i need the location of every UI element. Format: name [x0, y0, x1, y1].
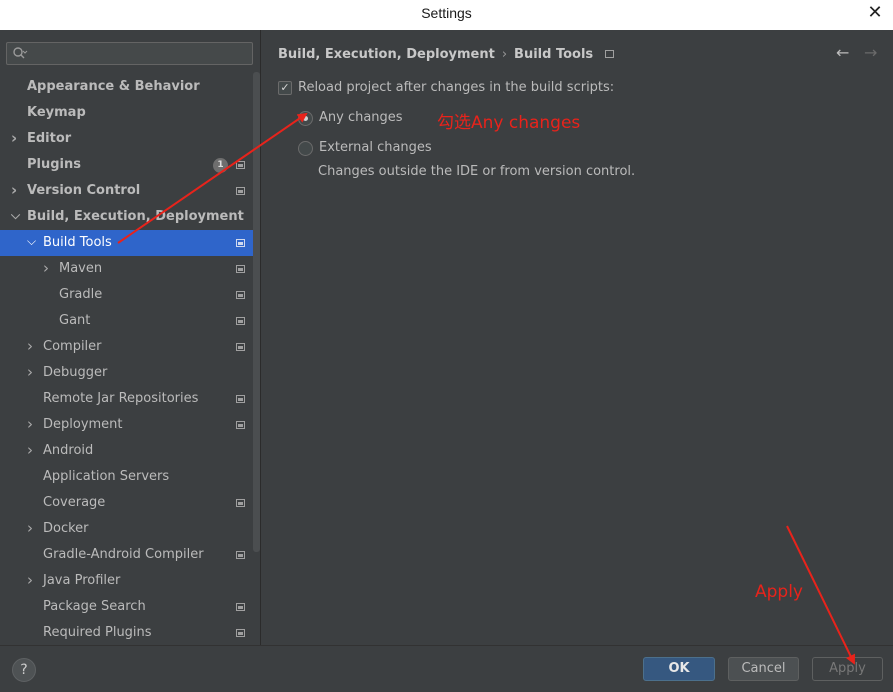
ok-button[interactable]: OK — [643, 657, 715, 681]
project-scope-icon — [236, 317, 245, 325]
breadcrumb: Build, Execution, Deployment › Build Tools — [278, 47, 615, 62]
sidebar-item-plugins[interactable]: Plugins 1 — [0, 152, 260, 178]
forward-arrow-icon[interactable]: → — [864, 43, 877, 62]
sidebar-item-label: Compiler — [43, 339, 102, 354]
breadcrumb-separator: › — [501, 47, 508, 62]
sidebar-item-keymap[interactable]: Keymap — [0, 100, 260, 126]
chevron-right-icon[interactable]: › — [43, 255, 49, 281]
project-scope-icon — [236, 161, 245, 169]
sidebar-item-maven[interactable]: › Maven — [0, 255, 260, 282]
sidebar-item-label: Maven — [59, 261, 103, 276]
update-count-badge: 1 — [213, 158, 228, 173]
radio-selected-dot — [303, 116, 308, 121]
search-input[interactable] — [6, 42, 253, 65]
chevron-right-icon[interactable]: › — [27, 437, 33, 463]
sidebar-item-compiler[interactable]: › Compiler — [0, 333, 260, 360]
chevron-right-icon[interactable]: › — [27, 567, 33, 593]
project-scope-icon — [236, 551, 245, 559]
any-changes-radio[interactable] — [298, 111, 313, 126]
sidebar-item-label: Remote Jar Repositories — [43, 391, 199, 406]
chevron-right-icon[interactable]: › — [11, 177, 17, 203]
reload-checkbox[interactable]: ✓ — [278, 81, 292, 95]
sidebar-item-label: Android — [43, 443, 94, 458]
sidebar-item-gant[interactable]: Gant — [0, 308, 260, 334]
sidebar-item-appearance-behavior[interactable]: Appearance & Behavior — [0, 74, 260, 100]
chevron-right-icon[interactable]: › — [11, 125, 17, 151]
window-title: Settings — [421, 5, 472, 21]
project-scope-icon — [236, 603, 245, 611]
sidebar-item-deployment[interactable]: › Deployment — [0, 411, 260, 438]
help-button[interactable]: ? — [12, 658, 36, 682]
dialog-footer: ? OK Cancel Apply — [0, 645, 893, 692]
sidebar-item-version-control[interactable]: › Version Control — [0, 177, 260, 204]
sidebar-item-application-servers[interactable]: Application Servers — [0, 464, 260, 490]
sidebar-item-gradle[interactable]: Gradle — [0, 282, 260, 308]
search-icon — [12, 45, 28, 65]
project-scope-icon — [236, 629, 245, 637]
external-changes-radio[interactable] — [298, 141, 313, 156]
chevron-right-icon[interactable]: › — [27, 515, 33, 541]
any-changes-label: Any changes — [319, 110, 403, 125]
sidebar-item-package-search[interactable]: Package Search — [0, 594, 260, 620]
project-scope-icon — [236, 291, 245, 299]
sidebar-item-label: Build, Execution, Deployment — [27, 209, 244, 224]
chevron-right-icon[interactable]: › — [27, 359, 33, 385]
project-scope-icon — [236, 499, 245, 507]
apply-button[interactable]: Apply — [812, 657, 883, 681]
sidebar-item-label: Java Profiler — [43, 573, 121, 588]
chevron-right-icon[interactable]: › — [27, 333, 33, 359]
project-scope-icon — [236, 395, 245, 403]
reload-checkbox-label: Reload project after changes in the buil… — [298, 80, 615, 95]
sidebar-item-build-tools[interactable]: ⌵ Build Tools — [0, 228, 260, 256]
close-icon[interactable]: ✕ — [865, 3, 885, 23]
title-bar: Settings ✕ — [0, 0, 893, 30]
sidebar-item-label: Version Control — [27, 183, 141, 198]
sidebar-item-docker[interactable]: › Docker — [0, 515, 260, 542]
sidebar-item-debugger[interactable]: › Debugger — [0, 359, 260, 386]
settings-tree: Appearance & Behavior Keymap › Editor Plugin… — [0, 74, 260, 645]
sidebar-item-label: Keymap — [27, 105, 86, 120]
sidebar-scrollbar[interactable] — [253, 72, 260, 552]
sidebar-item-coverage[interactable]: Coverage — [0, 490, 260, 516]
sidebar-item-label: Gradle-Android Compiler — [43, 547, 204, 562]
project-scope-icon — [236, 421, 245, 429]
external-changes-hint: Changes outside the IDE or from version … — [318, 164, 636, 179]
annotation-apply: Apply — [755, 582, 803, 602]
sidebar-item-required-plugins[interactable]: Required Plugins — [0, 620, 260, 645]
breadcrumb-current: Build Tools — [514, 47, 594, 62]
sidebar-item-label: Appearance & Behavior — [27, 79, 200, 94]
project-scope-icon — [236, 265, 245, 273]
breadcrumb-parent[interactable]: Build, Execution, Deployment — [278, 47, 495, 62]
sidebar-item-label: Package Search — [43, 599, 146, 614]
project-scope-icon — [236, 187, 245, 195]
project-scope-icon — [236, 239, 245, 247]
sidebar-item-label: Required Plugins — [43, 625, 152, 640]
sidebar-item-remote-jar-repositories[interactable]: Remote Jar Repositories — [0, 386, 260, 412]
sidebar-item-android[interactable]: › Android — [0, 437, 260, 464]
project-scope-icon — [605, 50, 615, 58]
sidebar-item-editor[interactable]: › Editor — [0, 125, 260, 152]
sidebar-item-label: Coverage — [43, 495, 106, 510]
external-changes-label: External changes — [319, 140, 432, 155]
sidebar-item-label: Gant — [59, 313, 91, 328]
sidebar-item-build-execution-deployment[interactable]: ⌵ Build, Execution, Deployment — [0, 202, 260, 230]
sidebar-item-label: Application Servers — [43, 469, 170, 484]
annotation-any-changes: 勾选Any changes — [437, 113, 581, 133]
sidebar-item-gradle-android-compiler[interactable]: Gradle-Android Compiler — [0, 542, 260, 568]
sidebar-item-label: Deployment — [43, 417, 123, 432]
chevron-down-icon[interactable]: ⌵ — [11, 202, 20, 228]
sidebar-item-label: Build Tools — [43, 235, 112, 250]
sidebar-item-java-profiler[interactable]: › Java Profiler — [0, 567, 260, 594]
chevron-right-icon[interactable]: › — [27, 411, 33, 437]
back-arrow-icon[interactable]: ← — [836, 43, 849, 62]
cancel-button[interactable]: Cancel — [728, 657, 799, 681]
sidebar-item-label: Plugins — [27, 157, 81, 172]
sidebar-item-label: Docker — [43, 521, 89, 536]
project-scope-icon — [236, 343, 245, 351]
sidebar-item-label: Debugger — [43, 365, 108, 380]
chevron-down-icon[interactable]: ⌵ — [27, 228, 36, 254]
settings-sidebar: Appearance & Behavior Keymap › Editor Plugin… — [0, 30, 261, 645]
sidebar-item-label: Editor — [27, 131, 72, 146]
sidebar-item-label: Gradle — [59, 287, 103, 302]
